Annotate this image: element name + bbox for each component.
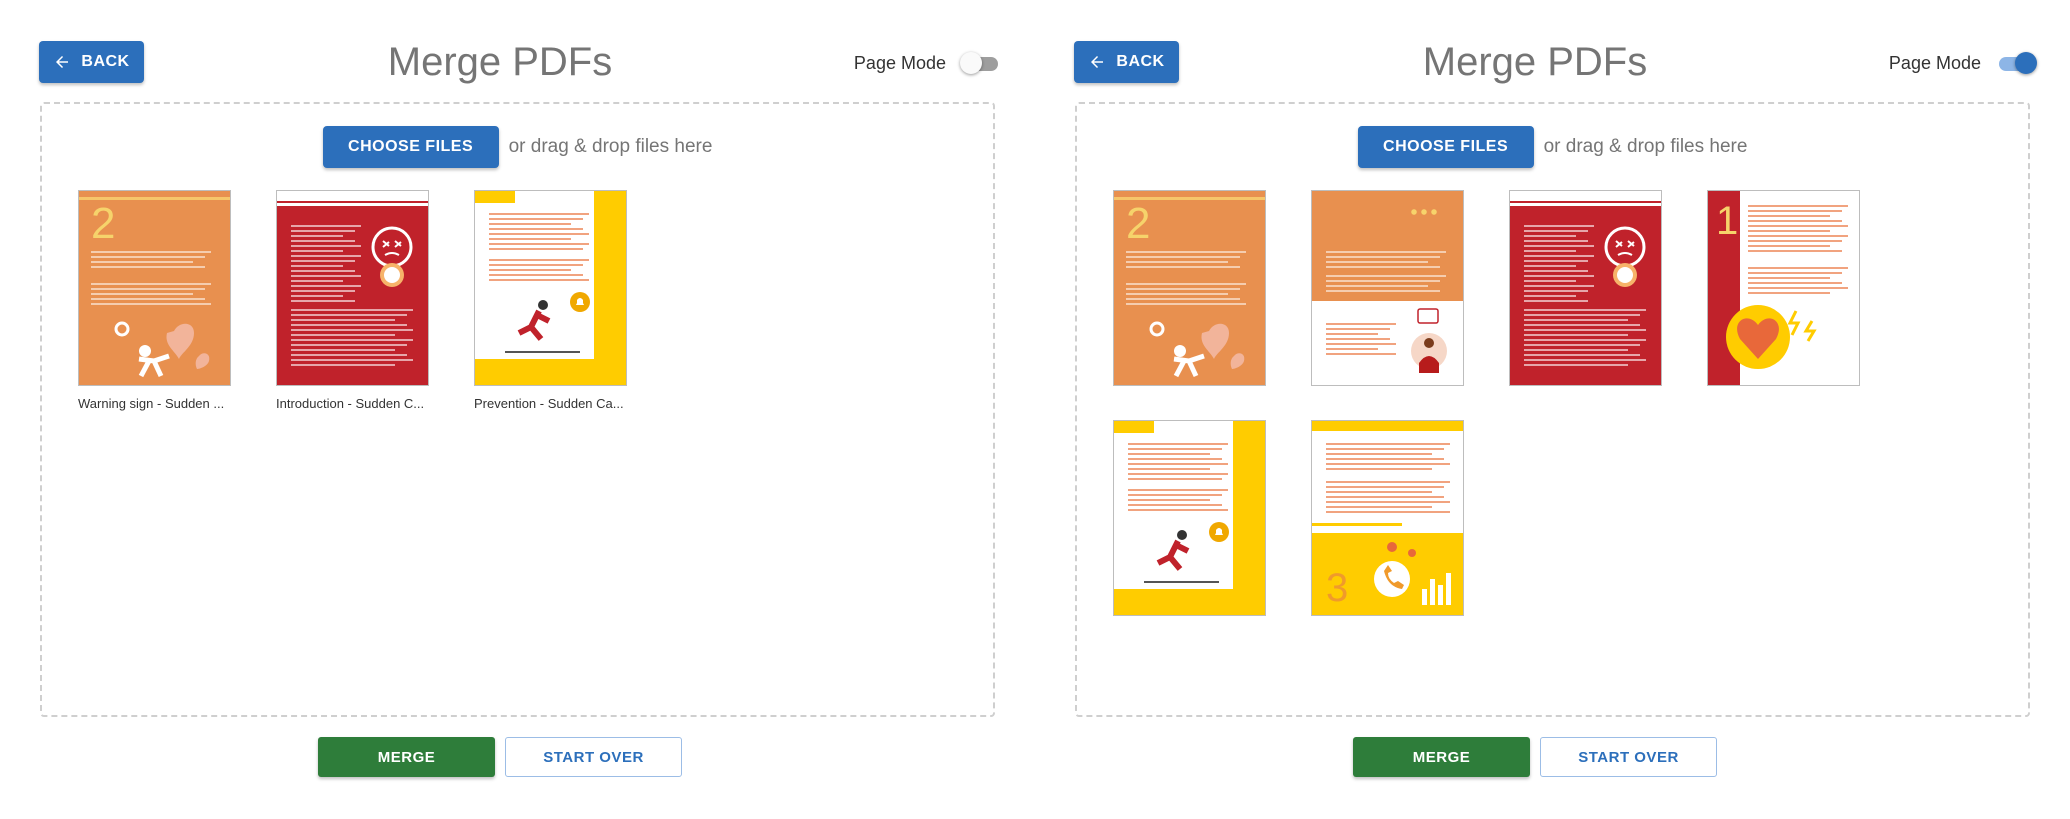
running-person-icon [1156, 530, 1190, 571]
page-mode-label: Page Mode [853, 52, 946, 73]
merge-panel-right: BACK Merge PDFs Page Mode CHOOSE FILES o… [1035, 0, 2037, 819]
file-dropzone[interactable]: CHOOSE FILES or drag & drop files here 2… [1075, 102, 2030, 717]
file-name: Prevention - Sudden Ca... [474, 396, 624, 411]
file-name: Introduction - Sudden C... [276, 396, 425, 411]
pdf-page-thumbnail[interactable] [1113, 420, 1266, 616]
choose-files-button[interactable]: CHOOSE FILES [322, 126, 499, 168]
fallen-person-icon [114, 321, 210, 378]
page-item[interactable]: 1 [1707, 190, 1860, 386]
pdf-page-thumbnail[interactable] [1311, 190, 1464, 386]
page-item[interactable] [1311, 190, 1464, 386]
page-mode-control: Page Mode [1888, 50, 2037, 76]
bell-icon [570, 292, 590, 312]
merge-button[interactable]: MERGE [318, 737, 495, 777]
merge-button[interactable]: MERGE [1353, 737, 1530, 777]
file-name: Warning sign - Sudden ... [78, 396, 225, 411]
pdf-page-thumbnail[interactable]: 3 [1311, 420, 1464, 616]
heart-icon [1726, 305, 1817, 369]
fallen-person-icon [1149, 321, 1245, 378]
page-mode-label: Page Mode [1888, 52, 1981, 73]
start-over-button[interactable]: START OVER [1540, 737, 1717, 777]
running-person-icon [517, 300, 551, 341]
bell-icon [1209, 522, 1229, 542]
pdf-page-thumbnail[interactable]: 2 [78, 190, 231, 386]
page-mode-toggle[interactable] [1997, 50, 2037, 76]
choose-files-button[interactable]: CHOOSE FILES [1357, 126, 1534, 168]
page-mode-control: Page Mode [854, 50, 1000, 76]
page-mode-toggle[interactable] [960, 50, 1000, 76]
page-item[interactable] [1509, 190, 1662, 386]
page-item[interactable] [1113, 420, 1266, 616]
page-title: Merge PDFs [387, 40, 613, 84]
merge-panel-left: BACK Merge PDFs Page Mode CHOOSE FILES o… [0, 0, 1000, 819]
drop-hint: or drag & drop files here [1543, 136, 1748, 157]
file-dropzone[interactable]: CHOOSE FILES or drag & drop files here 2… [40, 102, 995, 717]
pdf-page-thumbnail[interactable] [276, 190, 429, 386]
person-speech-icon [1411, 308, 1447, 373]
file-item[interactable]: Prevention - Sudden Ca... [474, 190, 627, 411]
page-item[interactable]: 2 [1113, 190, 1266, 386]
pdf-page-thumbnail[interactable] [474, 190, 627, 386]
file-item[interactable]: 2 Warning sign - Sudden ... [78, 190, 231, 411]
page-item[interactable]: 3 [1311, 420, 1464, 616]
phone-icon [1374, 542, 1451, 605]
page-title: Merge PDFs [1422, 40, 1648, 84]
clock-face-icon [371, 226, 413, 287]
drop-hint: or drag & drop files here [508, 136, 713, 157]
pdf-page-thumbnail[interactable]: 1 [1707, 190, 1860, 386]
pdf-page-thumbnail[interactable]: 2 [1113, 190, 1266, 386]
pdf-page-thumbnail[interactable] [1509, 190, 1662, 386]
page-list: 2 1 3 [1113, 190, 1860, 616]
file-list: 2 Warning sign - Sudden ... Introduction -… [78, 190, 825, 411]
clock-face-icon [1604, 226, 1646, 287]
start-over-button[interactable]: START OVER [505, 737, 682, 777]
file-item[interactable]: Introduction - Sudden C... [276, 190, 429, 411]
